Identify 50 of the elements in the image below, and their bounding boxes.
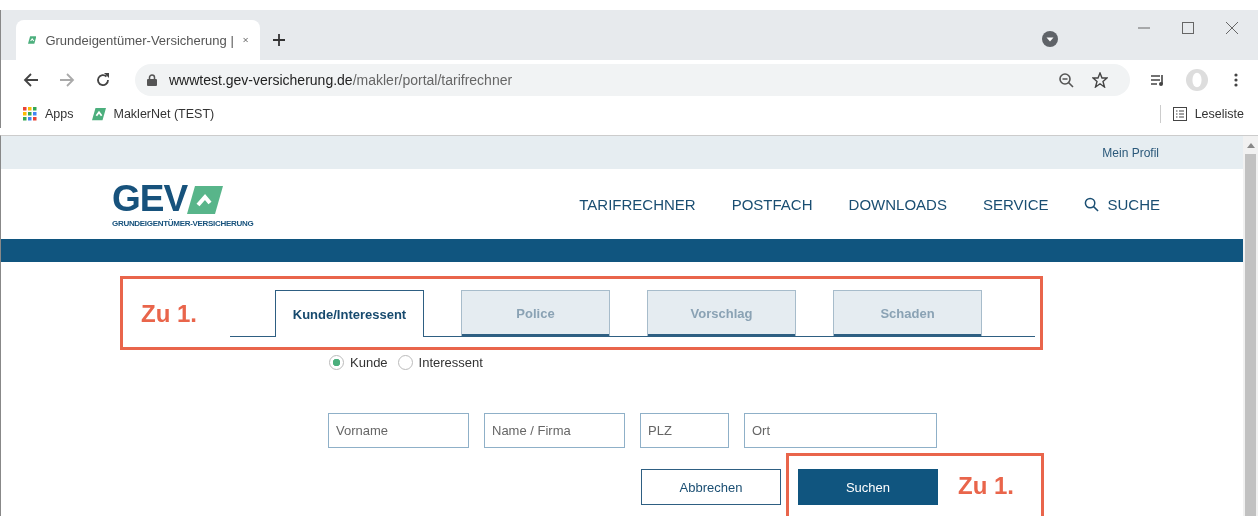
search-link[interactable]: SUCHE (1084, 195, 1160, 213)
search-icon (1084, 196, 1100, 212)
star-icon[interactable] (1092, 72, 1108, 88)
reload-icon[interactable] (95, 72, 111, 88)
zoom-out-icon[interactable] (1058, 72, 1074, 88)
nav-link[interactable]: DOWNLOADS (848, 195, 947, 213)
radio-button[interactable] (329, 355, 344, 370)
reading-list-button[interactable]: Leseliste (1172, 107, 1244, 121)
list-icon (1172, 107, 1187, 121)
scrollbar[interactable] (1243, 136, 1258, 516)
back-icon[interactable] (23, 72, 39, 88)
bookmark[interactable]: Apps (23, 107, 74, 121)
scroll-up-icon[interactable] (1246, 142, 1255, 148)
bookmark[interactable]: MaklerNet (TEST) (91, 107, 215, 121)
input-field[interactable]: Ort (744, 413, 937, 448)
logo-icon (28, 33, 37, 47)
tab[interactable]: Kunde/Interessent (275, 290, 424, 337)
radio-label: Interessent (418, 355, 483, 370)
apps-grid-icon (23, 107, 37, 121)
tab-title: Grundeigentümer-Versicherung | (45, 32, 234, 48)
cancel-button[interactable]: Abbrechen (641, 469, 781, 505)
address-bar[interactable]: wwwtest.gev-versicherung.de/makler/portal/tarifrechner (135, 64, 1130, 96)
url-text: wwwtest.gev-versicherung.de/makler/portal/tarifrechner (169, 72, 513, 88)
nav-link[interactable]: SERVICE (982, 195, 1049, 213)
radio-button[interactable] (397, 355, 413, 370)
playlist-icon[interactable] (1150, 72, 1166, 88)
logo-tagline: GRUNDEIGENTÜMER-VERSICHERUNG (112, 218, 254, 228)
input-field[interactable]: PLZ (640, 413, 729, 448)
input-field[interactable]: Name / Firma (484, 413, 625, 448)
logo-text: GEV (112, 180, 188, 217)
search-button[interactable]: Suchen (798, 469, 938, 505)
profile-link[interactable]: Mein Profil (1102, 145, 1159, 160)
logo-icon (187, 185, 224, 214)
lock-icon (147, 74, 157, 86)
annotation-label: Zu 1. (141, 300, 197, 328)
annotation-label: Zu 1. (958, 472, 1014, 500)
nav-link[interactable]: TARIFRECHNER (579, 195, 696, 213)
radio-option[interactable]: Interessent (397, 355, 483, 370)
new-tab-icon[interactable] (272, 33, 286, 47)
logo[interactable]: GEV GRUNDEIGENTÜMER-VERSICHERUNG (112, 180, 254, 228)
radio-label: Kunde (350, 355, 388, 370)
scroll-thumb[interactable] (1245, 154, 1256, 516)
maximize-icon[interactable] (1182, 22, 1194, 34)
close-icon[interactable] (1226, 22, 1238, 34)
browser-tab[interactable]: Grundeigentümer-Versicherung | (16, 20, 260, 60)
logo-icon (91, 107, 106, 121)
input-field[interactable]: Vorname (328, 413, 469, 448)
close-icon[interactable] (242, 35, 248, 45)
nav-link[interactable]: POSTFACH (731, 195, 813, 213)
radio-option[interactable]: Kunde (329, 355, 388, 370)
